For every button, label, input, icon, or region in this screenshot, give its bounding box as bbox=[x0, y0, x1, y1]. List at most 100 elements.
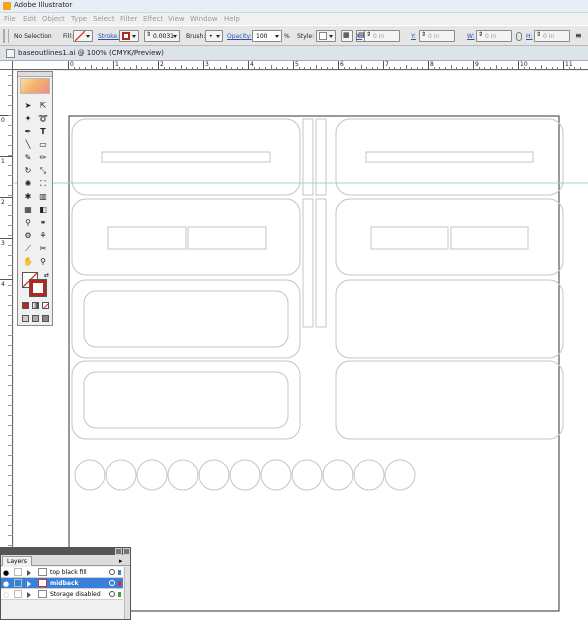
pencil-tool-icon[interactable]: ✏ bbox=[36, 152, 50, 163]
warp-tool-icon[interactable]: ✺ bbox=[21, 178, 35, 189]
vertical-ruler[interactable]: 0 1 2 3 4 bbox=[0, 70, 13, 620]
outline-circle[interactable] bbox=[384, 459, 416, 491]
minimize-icon[interactable] bbox=[115, 548, 122, 555]
color-mode-icon[interactable] bbox=[22, 302, 29, 309]
paintbrush-tool-icon[interactable]: ✎ bbox=[21, 152, 35, 163]
eye-icon[interactable]: ○ bbox=[3, 591, 9, 599]
y-label[interactable]: Y: bbox=[411, 33, 416, 40]
free-transform-tool-icon[interactable]: ⛶ bbox=[36, 178, 50, 189]
outline-panel[interactable] bbox=[335, 118, 564, 196]
full-screen-mode-icon[interactable] bbox=[42, 315, 49, 322]
panel-menu-icon[interactable]: ≡ bbox=[575, 31, 585, 41]
line-segment-tool-icon[interactable]: ╲ bbox=[21, 139, 35, 150]
brush-dropdown[interactable]: • bbox=[205, 30, 223, 42]
outline-panel[interactable] bbox=[71, 360, 301, 440]
horizontal-ruler[interactable]: 0 1 2 3 4 5 6 7 8 9 10 11 bbox=[13, 61, 588, 70]
layer-name[interactable]: midback bbox=[50, 580, 79, 587]
column-graph-tool-icon[interactable]: ▥ bbox=[36, 191, 50, 202]
expand-triangle-icon[interactable] bbox=[27, 592, 31, 598]
panel-grip[interactable] bbox=[3, 29, 9, 43]
outline-panel[interactable] bbox=[71, 118, 301, 196]
document-tab-title[interactable]: baseoutlines1.ai @ 100% (CMYK/Preview) bbox=[18, 49, 164, 57]
outline-panel[interactable] bbox=[335, 198, 564, 276]
slice-tool-icon[interactable]: ⟋ bbox=[21, 243, 35, 254]
symbol-sprayer-tool-icon[interactable]: ✱ bbox=[21, 191, 35, 202]
stroke-swatch-dropdown[interactable] bbox=[119, 30, 139, 42]
outline-circle[interactable] bbox=[291, 459, 323, 491]
menu-type[interactable]: Type bbox=[71, 15, 87, 23]
layer-row[interactable]: ● top black fill bbox=[1, 567, 123, 578]
outline-spine[interactable] bbox=[315, 198, 327, 328]
outline-panel[interactable] bbox=[71, 279, 301, 359]
live-paint-tool-icon[interactable]: ⚙ bbox=[21, 230, 35, 241]
layer-name[interactable]: top black fill bbox=[50, 569, 87, 576]
outline-spine[interactable] bbox=[302, 118, 314, 196]
rotate-tool-icon[interactable]: ↻ bbox=[21, 165, 35, 176]
style-dropdown[interactable] bbox=[316, 30, 336, 42]
lasso-tool-icon[interactable]: ➰ bbox=[36, 113, 50, 124]
outline-circle[interactable] bbox=[105, 459, 137, 491]
outline-slot[interactable] bbox=[450, 226, 529, 250]
layer-row[interactable]: ● midback bbox=[1, 578, 123, 589]
layer-name[interactable]: Storage disabled bbox=[50, 591, 101, 598]
outline-circle[interactable] bbox=[229, 459, 261, 491]
outline-slot[interactable] bbox=[365, 151, 534, 163]
outline-panel[interactable] bbox=[335, 360, 564, 440]
eyedropper-tool-icon[interactable]: ⚲ bbox=[21, 217, 35, 228]
menu-effect[interactable]: Effect bbox=[143, 15, 163, 23]
target-icon[interactable] bbox=[109, 569, 115, 575]
full-screen-menu-mode-icon[interactable] bbox=[32, 315, 39, 322]
outline-spine[interactable] bbox=[302, 198, 314, 328]
menu-edit[interactable]: Edit bbox=[23, 15, 37, 23]
magic-wand-tool-icon[interactable]: ✦ bbox=[21, 113, 35, 124]
lock-toggle[interactable] bbox=[14, 579, 22, 587]
type-tool-icon[interactable]: T bbox=[36, 126, 50, 137]
selection-tool-icon[interactable]: ➤ bbox=[21, 100, 35, 111]
outline-slot[interactable] bbox=[187, 226, 267, 250]
outline-circle[interactable] bbox=[167, 459, 199, 491]
layers-panel-titlebar[interactable] bbox=[1, 548, 130, 555]
outline-circle[interactable] bbox=[260, 459, 292, 491]
outline-panel[interactable] bbox=[335, 279, 564, 359]
scale-tool-icon[interactable]: ⤡ bbox=[36, 165, 50, 176]
tools-panel-header[interactable] bbox=[18, 72, 52, 77]
fill-swatch-dropdown[interactable] bbox=[73, 30, 93, 42]
outline-slot[interactable] bbox=[107, 226, 187, 250]
h-label[interactable]: H: bbox=[526, 33, 533, 40]
outline-spine[interactable] bbox=[315, 118, 327, 196]
outline-circle[interactable] bbox=[198, 459, 230, 491]
opacity-field[interactable]: 100 bbox=[252, 30, 282, 42]
outline-inner[interactable] bbox=[83, 371, 289, 429]
stroke-color-box[interactable] bbox=[29, 279, 47, 297]
stroke-label[interactable]: Stroke: bbox=[98, 33, 119, 40]
stepper-icon[interactable]: ⇕ bbox=[536, 31, 541, 38]
ruler-origin[interactable] bbox=[0, 61, 13, 70]
gradient-mode-icon[interactable] bbox=[32, 302, 39, 309]
target-icon[interactable] bbox=[109, 591, 115, 597]
stepper-icon[interactable]: ⇕ bbox=[366, 31, 371, 38]
target-icon[interactable] bbox=[109, 580, 115, 586]
stepper-icon[interactable]: ⇕ bbox=[421, 31, 426, 38]
menu-help[interactable]: Help bbox=[224, 15, 240, 23]
outline-inner[interactable] bbox=[83, 290, 289, 348]
rectangle-tool-icon[interactable]: ▭ bbox=[36, 139, 50, 150]
menu-filter[interactable]: Filter bbox=[120, 15, 137, 23]
panel-menu-icon[interactable]: ▸ bbox=[119, 557, 123, 565]
eye-icon[interactable]: ● bbox=[3, 569, 9, 577]
normal-screen-mode-icon[interactable] bbox=[22, 315, 29, 322]
x-field[interactable]: ⇕ 0 in bbox=[364, 30, 400, 42]
menu-view[interactable]: View bbox=[168, 15, 185, 23]
outline-circle[interactable] bbox=[353, 459, 385, 491]
menu-window[interactable]: Window bbox=[190, 15, 218, 23]
tab-layers[interactable]: Layers bbox=[2, 556, 32, 566]
blend-tool-icon[interactable]: ⚭ bbox=[36, 217, 50, 228]
outline-circle[interactable] bbox=[136, 459, 168, 491]
hand-tool-icon[interactable]: ✋ bbox=[21, 256, 35, 267]
swap-colors-icon[interactable]: ⇄ bbox=[44, 272, 49, 279]
expand-triangle-icon[interactable] bbox=[27, 581, 31, 587]
w-field[interactable]: ⇕ 0 in bbox=[476, 30, 512, 42]
lock-toggle[interactable] bbox=[14, 590, 22, 598]
menu-object[interactable]: Object bbox=[42, 15, 65, 23]
stroke-weight-field[interactable]: ⇕ 0.0031 bbox=[144, 30, 180, 42]
pen-tool-icon[interactable]: ✒ bbox=[21, 126, 35, 137]
